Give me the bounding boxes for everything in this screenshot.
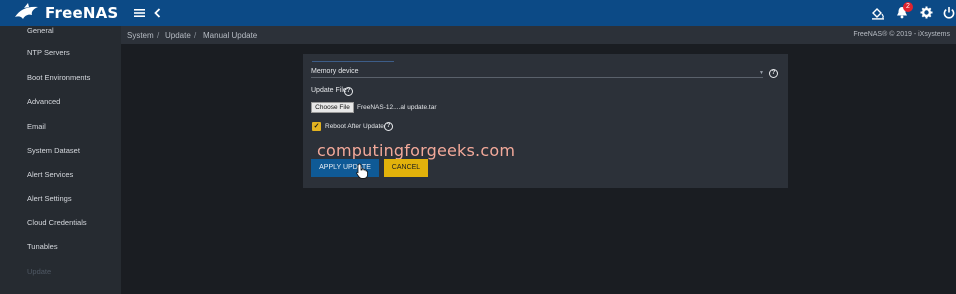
breadcrumb: System / Update / Manual Update FreeNAS®… <box>121 26 956 44</box>
sidebar: General NTP Servers Boot Environments Ad… <box>0 26 121 294</box>
choose-file-button[interactable]: Choose File <box>311 102 354 113</box>
update-file-label: Update File <box>311 87 347 94</box>
sidebar-item-ntp-servers[interactable]: NTP Servers <box>27 48 70 57</box>
memory-device-label: Memory device <box>311 68 359 75</box>
breadcrumb-manual-update: Manual Update <box>203 31 258 40</box>
chevron-down-icon[interactable]: ▼ <box>759 70 764 76</box>
apply-update-button[interactable]: APPLY UPDATE <box>311 159 379 177</box>
hand-cursor-icon <box>356 163 368 184</box>
sidebar-item-tunables[interactable]: Tunables <box>27 242 58 251</box>
update-file-help-icon[interactable]: ? <box>344 87 353 96</box>
watermark: computingforgeeks.com <box>317 141 516 160</box>
breadcrumb-update[interactable]: Update <box>165 31 191 40</box>
breadcrumb-system[interactable]: System <box>127 31 154 40</box>
sidebar-item-system-dataset[interactable]: System Dataset <box>27 146 80 155</box>
cancel-button[interactable]: CANCEL <box>384 159 428 177</box>
reboot-after-update-label: Reboot After Update <box>325 123 384 130</box>
app-name: FreeNAS <box>45 4 119 22</box>
sidebar-item-update[interactable]: Update <box>27 267 51 276</box>
sidebar-item-boot-environments[interactable]: Boot Environments <box>27 73 90 82</box>
breadcrumb-separator: / <box>157 31 160 40</box>
hamburger-menu-icon[interactable] <box>134 6 145 20</box>
freenas-shark-icon <box>15 3 38 19</box>
selected-file-name: FreeNAS-12....al update.tar <box>357 104 437 111</box>
top-bar: FreeNAS 2 <box>0 0 956 26</box>
task-manager-icon[interactable] <box>871 6 885 22</box>
sidebar-item-alert-services[interactable]: Alert Services <box>27 170 73 179</box>
memory-device-help-icon[interactable]: ? <box>769 69 778 78</box>
sidebar-item-general[interactable]: General <box>27 26 54 35</box>
sidebar-item-alert-settings[interactable]: Alert Settings <box>27 194 72 203</box>
sidebar-item-cloud-credentials[interactable]: Cloud Credentials <box>27 218 87 227</box>
sidebar-item-advanced[interactable]: Advanced <box>27 97 60 106</box>
reboot-after-update-checkbox[interactable]: ✓ <box>312 122 321 131</box>
reboot-help-icon[interactable]: ? <box>384 122 393 131</box>
notification-badge: 2 <box>903 2 913 12</box>
breadcrumb-separator: / <box>194 31 197 40</box>
gear-icon[interactable] <box>920 6 933 21</box>
sidebar-item-email[interactable]: Email <box>27 122 46 131</box>
chevron-left-icon[interactable] <box>154 6 161 20</box>
card-top-line <box>312 61 394 62</box>
power-icon[interactable] <box>943 6 955 21</box>
freenas-logo[interactable]: FreeNAS <box>14 2 118 24</box>
version-text: FreeNAS® © 2019 - iXsystems <box>853 31 950 38</box>
memory-device-select[interactable] <box>311 77 763 78</box>
